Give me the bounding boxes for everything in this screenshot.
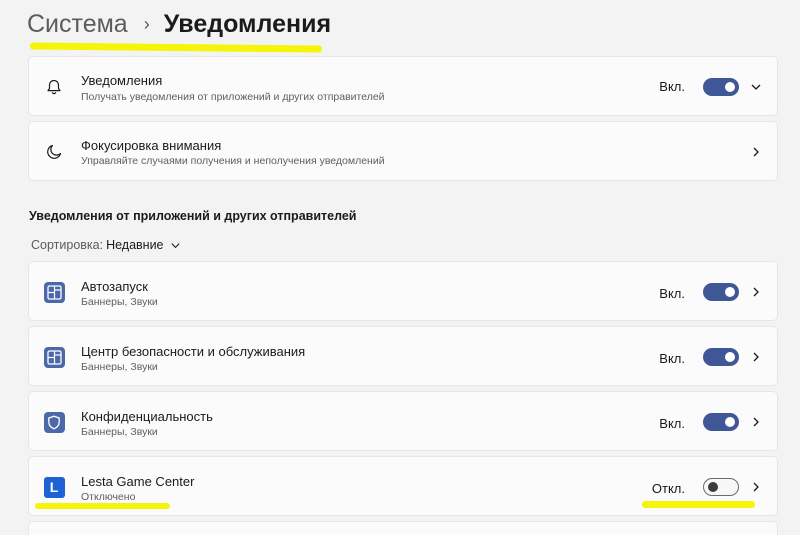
apps-section-title: Уведомления от приложений и других отпра… xyxy=(29,209,357,223)
app-state-label: Вкл. xyxy=(659,416,685,431)
bell-icon xyxy=(43,76,65,98)
app-toggle[interactable] xyxy=(703,348,739,366)
breadcrumb-parent[interactable]: Система xyxy=(27,10,128,39)
app-toggle[interactable] xyxy=(703,478,739,496)
highlight-marker-toggle xyxy=(642,501,755,508)
notifications-subtitle: Получать уведомления от приложений и дру… xyxy=(81,91,385,103)
app-row-next[interactable] xyxy=(28,521,778,535)
sort-value[interactable]: Недавние xyxy=(106,238,163,252)
app-row-security-center[interactable]: Центр безопасности и обслуживания Баннер… xyxy=(28,326,778,386)
sort-label: Сортировка: xyxy=(31,238,104,252)
notifications-settings-page: Система › Уведомления Уведомления Получа… xyxy=(0,0,800,535)
app-name: Конфиденциальность xyxy=(81,409,213,424)
focus-subtitle: Управляйте случаями получения и неполуче… xyxy=(81,155,385,167)
chevron-right-icon[interactable] xyxy=(749,285,763,299)
notifications-toggle[interactable] xyxy=(703,78,739,96)
focus-title: Фокусировка внимания xyxy=(81,138,222,153)
app-toggle[interactable] xyxy=(703,283,739,301)
app-state-label: Откл. xyxy=(651,481,685,496)
app-name: Автозапуск xyxy=(81,279,148,294)
app-detail: Баннеры, Звуки xyxy=(81,296,158,308)
breadcrumb: Система › Уведомления xyxy=(27,6,331,42)
app-row-privacy[interactable]: Конфиденциальность Баннеры, Звуки Вкл. xyxy=(28,391,778,451)
security-center-icon xyxy=(43,346,65,368)
chevron-right-icon[interactable] xyxy=(749,350,763,364)
moon-icon xyxy=(43,141,65,163)
breadcrumb-separator: › xyxy=(143,13,150,34)
app-detail: Баннеры, Звуки xyxy=(81,426,158,438)
notifications-title: Уведомления xyxy=(81,73,163,88)
app-toggle[interactable] xyxy=(703,413,739,431)
app-detail: Баннеры, Звуки xyxy=(81,361,158,373)
highlight-marker-app xyxy=(35,503,170,509)
chevron-right-icon[interactable] xyxy=(749,145,763,159)
chevron-right-icon[interactable] xyxy=(749,480,763,494)
autostart-icon xyxy=(43,281,65,303)
app-name: Центр безопасности и обслуживания xyxy=(81,344,306,359)
app-detail: Отключено xyxy=(81,491,136,503)
chevron-down-icon[interactable] xyxy=(749,80,763,94)
sort-dropdown[interactable]: Сортировка: Недавние xyxy=(31,238,181,252)
notifications-master-card[interactable]: Уведомления Получать уведомления от прил… xyxy=(28,56,778,116)
chevron-right-icon[interactable] xyxy=(749,415,763,429)
app-state-label: Вкл. xyxy=(659,351,685,366)
page-title: Уведомления xyxy=(163,9,332,38)
shield-icon xyxy=(43,411,65,433)
highlight-marker-title xyxy=(29,42,323,53)
chevron-down-icon[interactable] xyxy=(170,240,181,251)
notifications-state-label: Вкл. xyxy=(659,79,685,94)
lesta-logo-icon: L xyxy=(43,476,65,498)
focus-assist-card[interactable]: Фокусировка внимания Управляйте случаями… xyxy=(28,121,778,181)
app-name: Lesta Game Center xyxy=(81,474,195,489)
app-row-autostart[interactable]: Автозапуск Баннеры, Звуки Вкл. xyxy=(28,261,778,321)
lesta-logo-letter: L xyxy=(49,479,59,495)
app-state-label: Вкл. xyxy=(659,286,685,301)
